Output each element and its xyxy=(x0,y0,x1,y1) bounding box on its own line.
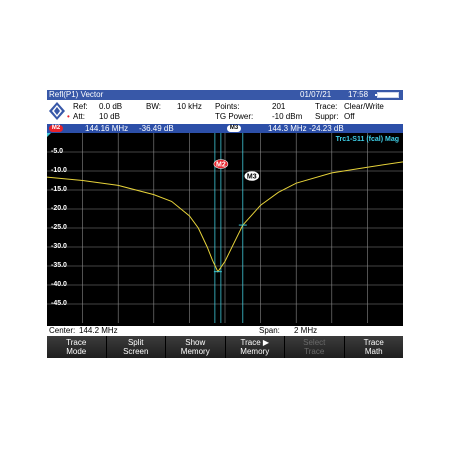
marker-readout-bar: M2 144.16 MHz -36.49 dB M3 144.3 MHz -24… xyxy=(47,124,403,133)
y-tick-label: -10.0 xyxy=(51,167,67,174)
softkey-trace-to-memory[interactable]: Trace ▶ Memory xyxy=(225,336,285,358)
marker-m2-freq: 144.16 MHz xyxy=(85,124,129,133)
ref-label: Ref: xyxy=(73,102,88,111)
rs-logo-icon xyxy=(49,102,65,120)
ref-value: 0.0 dB xyxy=(99,102,123,111)
marker-m3-flag-label: M3 xyxy=(247,174,257,181)
corner-indicator xyxy=(47,133,51,137)
trace-chart: M2 M3 xyxy=(47,133,403,323)
y-tick-label: -45.0 xyxy=(51,300,67,307)
softkey-label: Screen xyxy=(123,347,149,356)
att-label: Att: xyxy=(73,112,86,121)
trace-mode-label: Trace: xyxy=(315,102,338,111)
points-value: 201 xyxy=(272,102,286,111)
y-tick-label: -20.0 xyxy=(51,205,67,212)
softkey-label: Math xyxy=(364,347,383,356)
title-bar: Refl(P1) Vector 01/07/21 17:58 xyxy=(47,90,403,100)
marker-m2-level: -36.49 dB xyxy=(139,124,174,133)
center-label: Center: xyxy=(49,326,76,335)
trace-mode-value: Clear/Write xyxy=(344,102,384,111)
marker-m2-flag-label: M2 xyxy=(216,162,226,169)
att-bullet: • xyxy=(67,112,70,121)
points-label: Points: xyxy=(215,102,240,111)
softkey-label: Select xyxy=(303,338,326,347)
softkey-show-memory[interactable]: Show Memory xyxy=(166,336,226,358)
softkey-bar: Trace Mode Split Screen Show Memory Trace ▶… xyxy=(47,336,403,358)
y-tick-label: -25.0 xyxy=(51,224,67,231)
trace-plot[interactable]: M2 M3 -5.0 -10.0 -15.0 -20.0 -25.0 -30.0 -35.0 -… xyxy=(47,133,403,323)
suppr-label: Suppr: xyxy=(315,112,339,121)
marker-m2-badge[interactable]: M2 xyxy=(49,125,63,132)
softkey-label: Mode xyxy=(66,347,87,356)
softkey-label: Memory xyxy=(180,347,210,356)
analyzer-screen: Refl(P1) Vector 01/07/21 17:58 Ref: 0.0 … xyxy=(47,90,403,358)
bw-label: BW: xyxy=(146,102,161,111)
att-value: 10 dB xyxy=(99,112,120,121)
y-tick-label: -15.0 xyxy=(51,186,67,193)
softkey-select-trace[interactable]: Select Trace xyxy=(285,336,345,358)
softkey-split-screen[interactable]: Split Screen xyxy=(106,336,166,358)
tg-power-value: -10 dBm xyxy=(272,112,303,121)
frequency-status-bar: Center: 144.2 MHz Span: 2 MHz xyxy=(47,326,403,336)
softkey-label: Trace xyxy=(304,347,325,356)
softkey-label: Memory xyxy=(240,347,270,356)
tg-power-label: TG Power: xyxy=(215,112,254,121)
span-value: 2 MHz xyxy=(294,326,318,335)
bw-value: 10 kHz xyxy=(177,102,202,111)
softkey-trace-math[interactable]: Trace Math xyxy=(344,336,403,358)
y-tick-label: -30.0 xyxy=(51,243,67,250)
softkey-label: Trace ▶ xyxy=(240,338,270,347)
marker-m3-level: -24.23 dB xyxy=(309,124,344,133)
marker-m3-freq: 144.3 MHz xyxy=(268,124,307,133)
date-display: 01/07/21 xyxy=(300,90,332,99)
suppr-value: Off xyxy=(344,112,355,121)
softkey-label: Trace xyxy=(363,338,384,347)
time-display: 17:58 xyxy=(348,90,369,99)
y-tick-label: -40.0 xyxy=(51,281,67,288)
center-value: 144.2 MHz xyxy=(79,326,118,335)
y-tick-label: -5.0 xyxy=(51,148,64,155)
battery-icon xyxy=(375,92,399,98)
marker-m3-badge[interactable]: M3 xyxy=(227,125,241,132)
settings-panel: Ref: 0.0 dB • Att: 10 dB BW: 10 kHz Poin… xyxy=(47,100,403,124)
softkey-label: Trace xyxy=(66,338,87,347)
trace-name-label: Trc1-S11 (fcal) Mag xyxy=(335,136,399,143)
softkey-trace-mode[interactable]: Trace Mode xyxy=(47,336,107,358)
softkey-label: Show xyxy=(185,338,206,347)
y-tick-label: -35.0 xyxy=(51,262,67,269)
measurement-title: Refl(P1) Vector xyxy=(49,90,104,99)
softkey-label: Split xyxy=(127,338,144,347)
span-label: Span: xyxy=(259,326,280,335)
